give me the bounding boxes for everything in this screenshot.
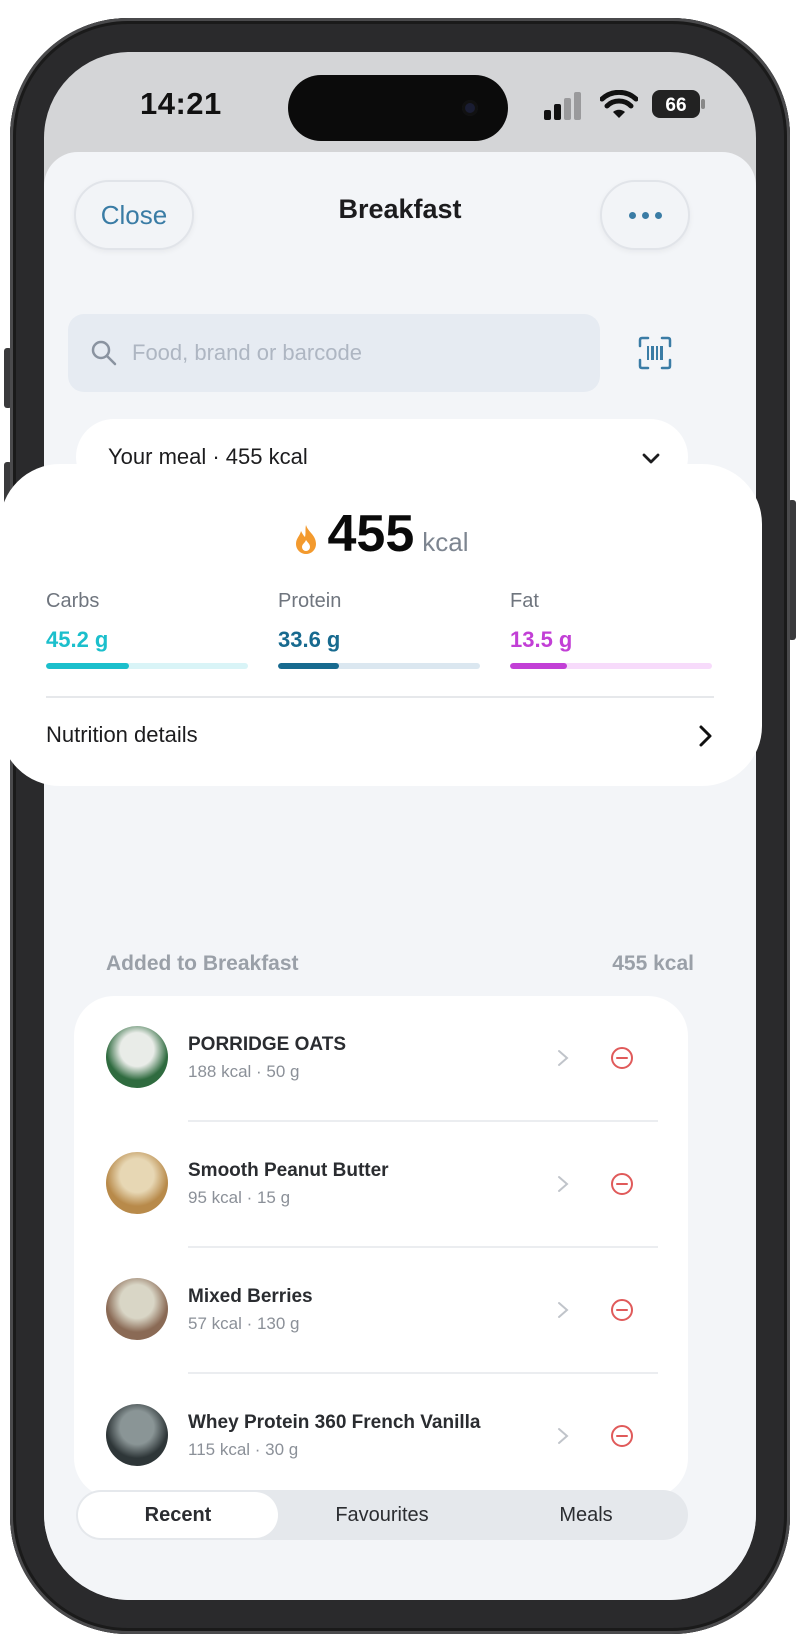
tab-recent[interactable]: Recent [78, 1492, 278, 1538]
battery-level: 66 [665, 95, 686, 116]
macro-progress-bar [510, 663, 712, 669]
list-item[interactable]: Mixed Berries 57 kcal · 130 g [74, 1248, 688, 1374]
remove-icon[interactable] [610, 1046, 634, 1070]
remove-icon[interactable] [610, 1172, 634, 1196]
added-food-list: PORRIDGE OATS 188 kcal · 50 g Smooth Pea… [74, 996, 688, 1498]
status-time: 14:21 [140, 86, 222, 121]
food-name: PORRIDGE OATS [188, 1034, 346, 1055]
chevron-right-icon [558, 1302, 569, 1318]
more-button[interactable] [600, 180, 690, 250]
food-detail: 57 kcal · 130 g [188, 1314, 300, 1333]
food-detail: 95 kcal · 15 g [188, 1188, 291, 1207]
nutrition-summary-card: 455 kcal Carbs 45.2 g Protein 33.6 g Fat … [0, 464, 762, 786]
list-item[interactable]: Smooth Peanut Butter 95 kcal · 15 g [74, 1122, 688, 1248]
status-bar: 14:21 66 [44, 52, 756, 152]
calorie-unit: kcal [422, 527, 469, 557]
added-section-total: 455 kcal [612, 952, 694, 975]
macro-carbs: Carbs 45.2 g [46, 590, 248, 669]
food-thumbnail [106, 1278, 168, 1340]
macro-value: 13.5 g [510, 627, 573, 652]
chevron-right-icon [558, 1050, 569, 1066]
tab-meals[interactable]: Meals [486, 1492, 686, 1538]
macro-progress-fill [278, 663, 339, 669]
calorie-value: 455 [327, 505, 415, 563]
food-thumbnail [106, 1404, 168, 1466]
macro-progress-bar [278, 663, 480, 669]
chevron-right-icon [558, 1176, 569, 1192]
macro-fat: Fat 13.5 g [510, 590, 712, 669]
calorie-total: 455 kcal [0, 504, 762, 564]
macro-progress-bar [46, 663, 248, 669]
remove-icon[interactable] [610, 1298, 634, 1322]
macro-progress-fill [510, 663, 567, 669]
nutrition-details-link[interactable]: Nutrition details [46, 722, 198, 748]
wifi-icon [600, 90, 638, 118]
ellipsis-icon [628, 211, 636, 219]
list-item[interactable]: PORRIDGE OATS 188 kcal · 50 g [74, 996, 688, 1122]
macro-value: 33.6 g [278, 627, 341, 652]
food-thumbnail [106, 1152, 168, 1214]
bottom-tab-bar: Recent Favourites Meals [76, 1490, 688, 1540]
chevron-right-icon [558, 1428, 569, 1444]
list-item[interactable]: Whey Protein 360 French Vanilla 115 kcal… [74, 1374, 688, 1500]
macro-progress-fill [46, 663, 129, 669]
cellular-signal-icon [544, 92, 581, 120]
macro-label: Protein [278, 590, 342, 612]
flame-icon [296, 525, 317, 554]
battery-icon: 66 [652, 90, 705, 118]
macro-label: Fat [510, 590, 539, 612]
macro-label: Carbs [46, 590, 100, 612]
macro-value: 45.2 g [46, 627, 109, 652]
food-name: Whey Protein 360 French Vanilla [188, 1412, 481, 1433]
food-detail: 115 kcal · 30 g [188, 1440, 299, 1459]
food-detail: 188 kcal · 50 g [188, 1062, 300, 1081]
divider [46, 696, 714, 698]
dynamic-island [288, 75, 508, 141]
search-input[interactable] [132, 340, 572, 366]
barcode-scanner-icon[interactable] [638, 336, 672, 370]
camera-icon [462, 100, 478, 116]
food-name: Mixed Berries [188, 1286, 313, 1307]
breakfast-sheet: Close Breakfast Your meal · 455 kcal Add… [44, 152, 756, 1600]
search-icon [91, 340, 117, 366]
search-bar [68, 314, 600, 392]
remove-icon[interactable] [610, 1424, 634, 1448]
phone-screen: 14:21 66 Close Breakfast Food, brand or … [44, 52, 756, 1600]
food-thumbnail [106, 1026, 168, 1088]
chevron-right-icon[interactable] [696, 724, 716, 748]
added-section-title: Added to Breakfast [106, 952, 299, 975]
tab-favourites[interactable]: Favourites [282, 1492, 482, 1538]
food-name: Smooth Peanut Butter [188, 1160, 389, 1181]
macro-protein: Protein 33.6 g [278, 590, 480, 669]
